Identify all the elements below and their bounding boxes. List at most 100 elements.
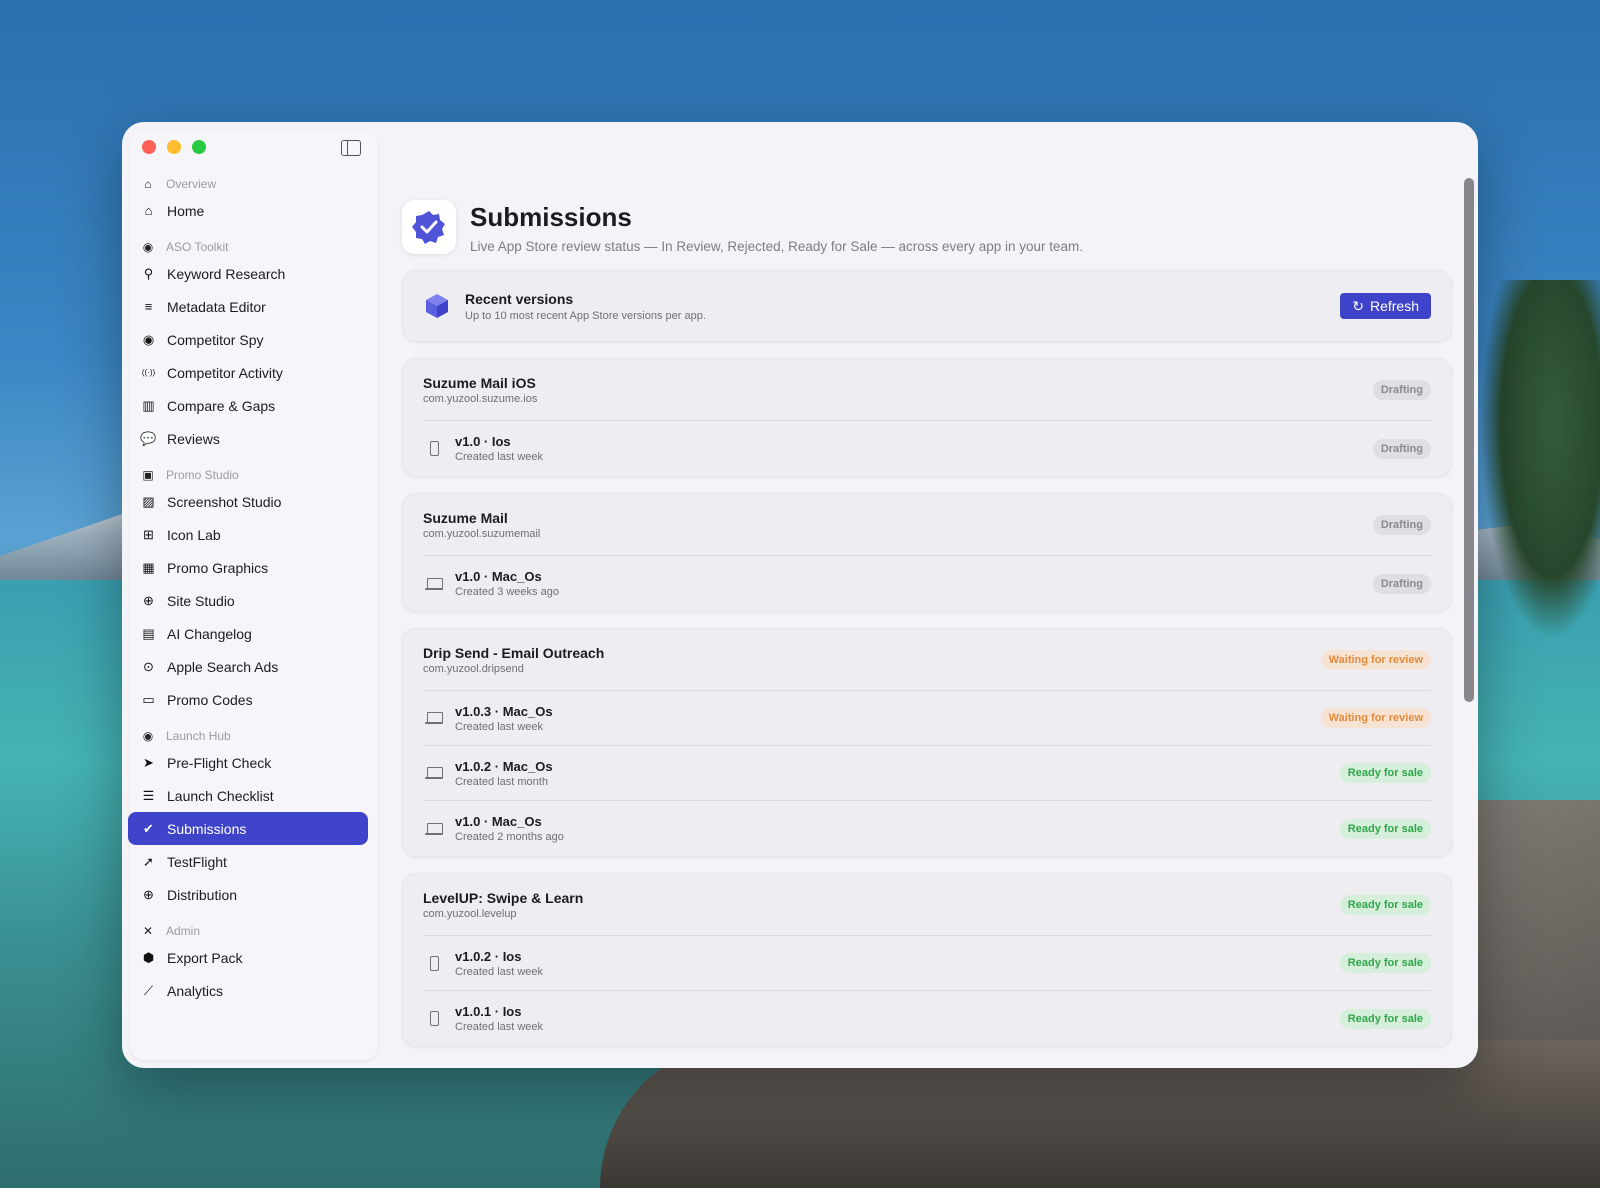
broadcast-icon: ((·)) bbox=[141, 368, 156, 377]
version-created: Created 3 weeks ago bbox=[455, 586, 559, 598]
sidebar-toggle-icon[interactable] bbox=[341, 140, 361, 156]
sidebar-item-promo-graphics[interactable]: ▦ Promo Graphics bbox=[140, 551, 366, 584]
sidebar-section-heading: ⌂ Overview bbox=[140, 174, 366, 194]
sidebar-item-competitor-activity[interactable]: ((·)) Competitor Activity bbox=[140, 356, 366, 389]
sidebar-item-home[interactable]: ⌂ Home bbox=[140, 194, 366, 227]
version-name: v1.0.2 · Mac_Os bbox=[455, 758, 553, 774]
sidebar-item-submissions[interactable]: ✔ Submissions bbox=[128, 812, 368, 845]
sidebar-item-label: Promo Codes bbox=[167, 691, 253, 708]
zoom-window-button[interactable] bbox=[192, 140, 206, 154]
sidebar-section-heading: ✕ Admin bbox=[140, 921, 366, 941]
version-name: v1.0.3 · Mac_Os bbox=[455, 703, 553, 719]
background-tree bbox=[1480, 280, 1600, 640]
globe-dark-icon: ⊕ bbox=[143, 886, 154, 902]
app-name: LevelUP: Swipe & Learn bbox=[423, 889, 584, 906]
status-badge: Ready for sale bbox=[1339, 763, 1431, 783]
checklist-icon: ☰ bbox=[142, 787, 155, 803]
sidebar-item-reviews[interactable]: 💬 Reviews bbox=[140, 422, 366, 455]
photo-icon: ▨ bbox=[142, 493, 155, 509]
laptop-icon bbox=[423, 767, 445, 779]
refresh-label: Refresh bbox=[1369, 298, 1419, 314]
version-created: Created last month bbox=[455, 775, 548, 788]
app-name: Suzume Mail bbox=[423, 509, 508, 526]
sidebar-item-testflight[interactable]: ➚ TestFlight bbox=[140, 845, 366, 878]
version-row[interactable]: v1.0 · Mac_Os Created 2 months ago Ready… bbox=[423, 801, 1431, 856]
app-header[interactable]: Suzume Mail com.yuzool.suzumemail Drafti… bbox=[423, 494, 1431, 556]
app-card: Drip Send - Email Outreach com.yuzool.dr… bbox=[402, 628, 1452, 857]
version-name: v1.0 · Ios bbox=[455, 434, 511, 449]
version-row[interactable]: v1.0.3 · Mac_Os Created last week Waitin… bbox=[423, 691, 1431, 746]
house-icon: ⌂ bbox=[144, 203, 153, 218]
sidebar-section-heading: ◉ Launch Hub bbox=[140, 726, 366, 746]
sidebar-item-competitor-spy[interactable]: ◉ Competitor Spy bbox=[140, 323, 366, 356]
sidebar-item-icon-lab[interactable]: ⊞ Icon Lab bbox=[140, 518, 366, 551]
iphone-icon bbox=[423, 955, 445, 971]
recent-versions-card: Recent versions Up to 10 most recent App… bbox=[402, 270, 1452, 342]
sidebar-section-title: Promo Studio bbox=[166, 468, 239, 482]
status-badge: Ready for sale bbox=[1339, 1008, 1431, 1029]
sidebar-item-ai-changelog[interactable]: ▤ AI Changelog bbox=[140, 617, 366, 650]
version-row[interactable]: v1.0.2 · Ios Created last week Ready for… bbox=[423, 936, 1431, 991]
app-header[interactable]: Suzume Mail iOS com.yuzool.suzume.ios Dr… bbox=[423, 359, 1431, 421]
sidebar-item-pre-flight-check[interactable]: ➤ Pre-Flight Check bbox=[140, 746, 366, 779]
sidebar-item-keyword-research[interactable]: ⚲ Keyword Research bbox=[140, 257, 366, 290]
sidebar-item-promo-codes[interactable]: ▭ Promo Codes bbox=[140, 683, 366, 716]
sidebar-item-screenshot-studio[interactable]: ▨ Screenshot Studio bbox=[140, 485, 366, 518]
plane-circle-icon: ➤ bbox=[143, 754, 154, 770]
page-header: Submissions Live App Store review status… bbox=[402, 200, 1452, 254]
cube-icon bbox=[426, 294, 448, 318]
sidebar-section-title: ASO Toolkit bbox=[166, 240, 229, 254]
sidebar-item-label: Analytics bbox=[167, 982, 224, 999]
sidebar-item-launch-checklist[interactable]: ☰ Launch Checklist bbox=[140, 779, 366, 812]
sidebar-item-label: Keyword Research bbox=[167, 265, 286, 282]
refresh-icon: ↻ bbox=[1352, 297, 1364, 314]
version-row[interactable]: v1.0 · Mac_Os Created 3 weeks ago Drafti… bbox=[423, 556, 1431, 611]
minimize-window-button[interactable] bbox=[167, 140, 181, 154]
sidebar-item-analytics[interactable]: ⟋ Analytics bbox=[140, 974, 366, 1007]
refresh-button[interactable]: ↻ Refresh bbox=[1340, 293, 1431, 319]
sidebar-item-label: Submissions bbox=[167, 820, 247, 837]
recent-versions-subtitle: Up to 10 most recent App Store versions … bbox=[465, 309, 706, 322]
search-circle-icon: ⊙ bbox=[143, 658, 154, 674]
version-created: Created last week bbox=[455, 720, 544, 733]
sidebar-item-compare-gaps[interactable]: ▥ Compare & Gaps bbox=[140, 389, 366, 422]
version-created: Created 2 months ago bbox=[455, 831, 564, 843]
app-bundle-id: com.yuzool.suzumemail bbox=[423, 527, 541, 540]
sidebar-item-distribution[interactable]: ⊕ Distribution bbox=[140, 878, 366, 911]
sidebar-section: ▣ Promo Studio ▨ Screenshot Studio ⊞ Icon Lab… bbox=[140, 465, 366, 716]
status-badge: Ready for sale bbox=[1339, 953, 1431, 973]
sidebar-item-label: Promo Graphics bbox=[167, 559, 269, 576]
version-name: v1.0 · Mac_Os bbox=[455, 814, 542, 829]
iphone-icon bbox=[423, 441, 445, 456]
version-row[interactable]: v1.0.1 · Ios Created last week Ready for… bbox=[423, 991, 1431, 1046]
close-window-button[interactable] bbox=[142, 140, 156, 154]
document-icon: ▤ bbox=[142, 625, 155, 641]
chart-line-icon: ⟋ bbox=[143, 982, 154, 998]
checkmark-seal-icon: ✔ bbox=[143, 820, 154, 836]
sidebar-item-site-studio[interactable]: ⊕ Site Studio bbox=[140, 584, 366, 617]
rocket-icon: ◉ bbox=[142, 729, 154, 743]
sidebar-section: ◉ Launch Hub ➤ Pre-Flight Check ☰ Launch Chec… bbox=[128, 726, 368, 911]
sidebar-item-export-pack[interactable]: ⬢ Export Pack bbox=[140, 941, 366, 974]
scrollbar[interactable] bbox=[1464, 178, 1474, 702]
chat-bubbles-icon: 💬 bbox=[140, 430, 157, 446]
version-row[interactable]: v1.0 · Ios Created last week Drafting bbox=[423, 421, 1431, 476]
laptop-icon bbox=[423, 577, 445, 590]
eye-icon: ◉ bbox=[142, 331, 155, 347]
magnifier-icon: ⚲ bbox=[143, 265, 154, 281]
laptop-icon bbox=[423, 712, 445, 724]
app-bundle-id: com.yuzool.levelup bbox=[423, 907, 517, 920]
sidebar-item-label: Launch Checklist bbox=[167, 787, 274, 804]
sidebar-item-label: AI Changelog bbox=[167, 625, 252, 642]
page-title: Submissions bbox=[470, 202, 632, 232]
app-header[interactable]: LevelUP: Swipe & Learn com.yuzool.levelu… bbox=[423, 874, 1431, 936]
laptop-icon bbox=[423, 822, 445, 835]
version-row[interactable]: v1.0.2 · Mac_Os Created last month Ready… bbox=[423, 746, 1431, 801]
sidebar-item-label: Home bbox=[167, 202, 205, 219]
sidebar-item-apple-search-ads[interactable]: ⊙ Apple Search Ads bbox=[140, 650, 366, 683]
sidebar-item-metadata-editor[interactable]: ≡ Metadata Editor bbox=[140, 290, 366, 323]
text-lines-icon: ≡ bbox=[144, 299, 153, 314]
app-name: Suzume Mail iOS bbox=[423, 374, 536, 391]
app-header[interactable]: Drip Send - Email Outreach com.yuzool.dr… bbox=[423, 629, 1431, 691]
paperplane-circle-icon: ➚ bbox=[143, 853, 154, 869]
